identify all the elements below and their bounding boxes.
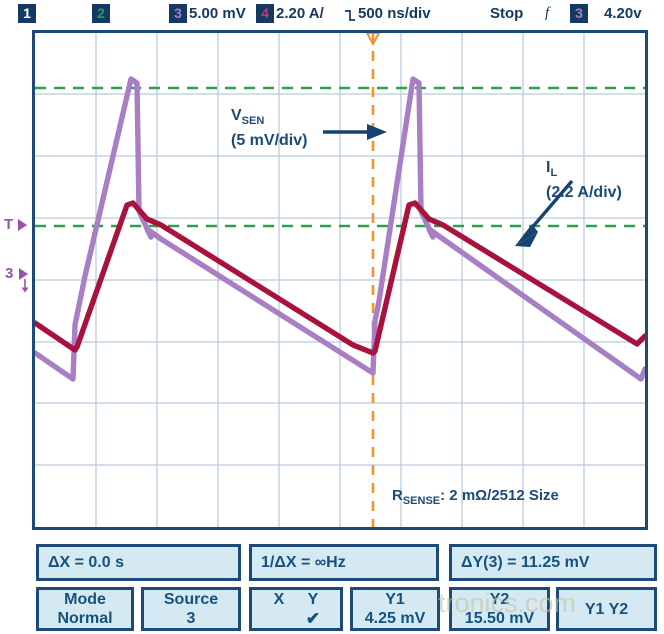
cursor-y-label[interactable]: Y <box>299 590 326 609</box>
vsen-annotation-label: VSEN (5 mV/div) <box>231 106 307 150</box>
trigger-level-marker-arrow[interactable] <box>18 219 27 231</box>
cursor-mode-button[interactable]: Mode Normal <box>36 587 134 631</box>
channel-3-offset-down-icon <box>21 279 29 293</box>
waveform-display-area[interactable] <box>32 30 648 530</box>
channel-badge-3[interactable]: 3 <box>169 4 187 23</box>
cursor-x-check <box>265 609 292 628</box>
cursor-y1-button[interactable]: Y1 4.25 mV <box>350 587 440 631</box>
il-subscript: L <box>550 167 558 180</box>
cursor-mode-value: Normal <box>57 610 113 627</box>
cursor-y1-label: Y1 <box>385 591 405 608</box>
oscilloscope-status-bar: 1 2 3 5.00 mV 4 2.20 A/ 500 ns/div Stop … <box>0 0 664 28</box>
vsen-name: V <box>231 107 242 124</box>
delta-y-readout[interactable]: ΔY(3) = 11.25 mV <box>449 544 657 581</box>
il-annotation-label: IL (2.2 A/div) <box>546 158 622 202</box>
channel-4-scale: 2.20 A/ <box>276 5 324 22</box>
delta-y-value: ΔY(3) = 11.25 mV <box>461 554 590 571</box>
cursor-y1y2-button[interactable]: Y1 Y2 <box>556 587 657 631</box>
rsense-value: : 2 mΩ/2512 Size <box>440 487 559 504</box>
channel-badge-1[interactable]: 1 <box>18 4 36 23</box>
channel-badge-4[interactable]: 4 <box>256 4 274 23</box>
vsen-scale: (5 mV/div) <box>231 132 308 150</box>
vsen-annotation-arrow <box>323 124 387 140</box>
cursor-x-label[interactable]: X <box>265 590 292 609</box>
cursor-mode-label: Mode <box>64 591 106 608</box>
rsense-annotation-label: RSENSE: 2 mΩ/2512 Size <box>392 486 559 511</box>
channel-3-ground-marker-label: 3 <box>5 265 14 282</box>
delta-x-readout[interactable]: ΔX = 0.0 s <box>36 544 241 581</box>
measurement-panel: ΔX = 0.0 s 1/ΔX = ∞Hz ΔY(3) = 11.25 mV M… <box>0 540 664 634</box>
cursor-source-value: 3 <box>186 610 196 627</box>
cursor-y1-value: 4.25 mV <box>364 610 426 627</box>
acquisition-state[interactable]: Stop <box>490 4 523 23</box>
rsense-subscript: SENSE <box>402 495 441 507</box>
rsense-name: R <box>392 487 403 504</box>
cursor-y-check-icon[interactable]: ✔ <box>299 609 326 628</box>
cursor-y2-value: 15.50 mV <box>464 610 535 627</box>
cursor-source-label: Source <box>163 591 219 608</box>
vsen-subscript: SEN <box>241 115 265 128</box>
inverse-delta-x-readout[interactable]: 1/ΔX = ∞Hz <box>249 544 439 581</box>
channel-3-scale: 5.00 mV <box>189 5 246 22</box>
timebase-value: 500 ns/div <box>358 5 431 22</box>
delta-x-value: ΔX = 0.0 s <box>48 554 124 571</box>
trigger-slope-label: f <box>545 5 550 21</box>
il-scale: (2.2 A/div) <box>546 184 622 202</box>
trigger-slope-icon <box>345 10 355 21</box>
trigger-level-marker-label: T <box>4 216 14 233</box>
waveform-plot <box>35 33 645 527</box>
trigger-level-value: 4.20v <box>604 5 642 22</box>
channel-badge-2[interactable]: 2 <box>92 4 110 23</box>
cursor-source-button[interactable]: Source 3 <box>141 587 241 631</box>
cursor-y2-label: Y2 <box>489 591 510 608</box>
inverse-delta-x-value: 1/ΔX = ∞Hz <box>261 554 346 571</box>
cursor-xy-toggle[interactable]: X Y ✔ <box>249 587 343 631</box>
cursor-y2-button[interactable]: Y2 15.50 mV <box>449 587 550 631</box>
trigger-source-badge[interactable]: 3 <box>570 4 588 23</box>
cursor-y1y2-label: Y1 Y2 <box>584 600 629 618</box>
